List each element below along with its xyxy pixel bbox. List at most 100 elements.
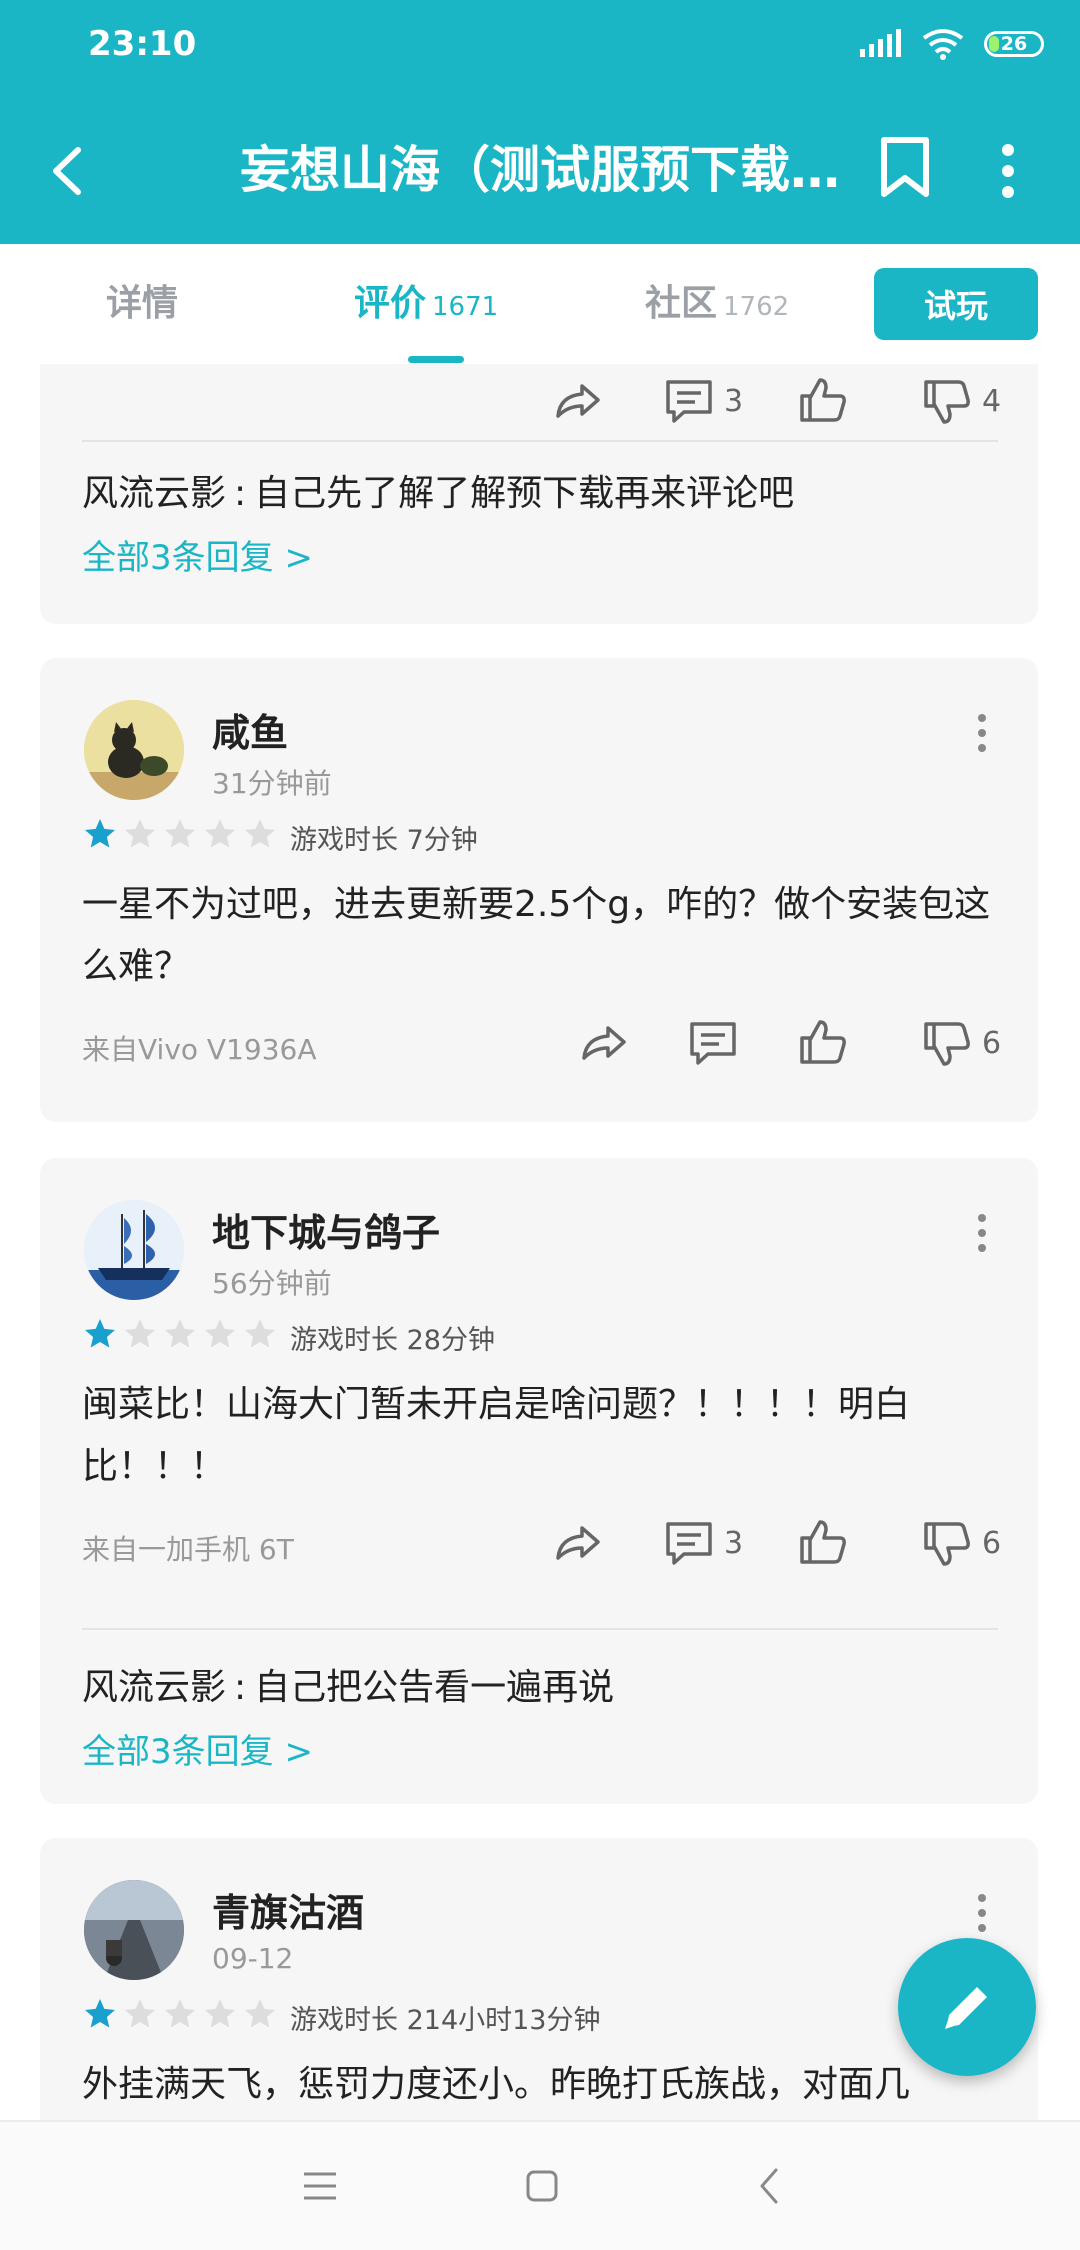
review-card-partial: 3 4 风流云影: 自己先了解了解预下载再来评论吧 全部3条回复 > — [40, 364, 1038, 624]
share-button[interactable] — [576, 1016, 630, 1070]
review-menu-button[interactable] — [972, 1888, 992, 1938]
dislike-button[interactable]: 6 — [920, 1516, 1001, 1570]
comment-count: 3 — [724, 1525, 744, 1561]
more-vertical-icon — [1002, 144, 1014, 198]
tab-indicator — [408, 356, 464, 363]
comment-icon — [666, 380, 712, 423]
menu-icon — [304, 2172, 336, 2200]
reply-preview[interactable]: 风流云影: 自己把公告看一遍再说 — [82, 1658, 614, 1710]
tab-details-label: 详情 — [106, 283, 179, 324]
tab-community-label: 社区 — [645, 283, 718, 324]
like-button[interactable] — [796, 1516, 850, 1570]
username[interactable]: 咸鱼 — [212, 702, 288, 757]
more-vertical-icon — [978, 714, 986, 752]
avatar[interactable] — [84, 1200, 184, 1300]
review-feed[interactable]: 3 4 风流云影: 自己先了解了解预下载再来评论吧 全部3条回复 > 咸鱼 31… — [0, 364, 1080, 2120]
dislike-count: 6 — [982, 1525, 1002, 1561]
like-button[interactable] — [796, 1016, 850, 1070]
reply-author: 风流云影 — [82, 473, 227, 514]
nav-home-button[interactable] — [514, 2158, 570, 2214]
comment-count: 3 — [724, 383, 744, 419]
back-button[interactable] — [36, 136, 106, 206]
more-vertical-icon — [978, 1214, 986, 1252]
tab-bar: 详情 评价 1671 社区 1762 试玩 — [0, 244, 1080, 366]
dislike-button[interactable]: 6 — [920, 1016, 1001, 1070]
status-icons: 26 — [858, 28, 1044, 60]
reply-author: 风流云影 — [82, 1667, 227, 1708]
page-title: 妄想山海（测试服预下载... — [240, 141, 840, 199]
share-button[interactable] — [550, 374, 604, 428]
star-rating — [82, 816, 278, 852]
star-empty-icon — [165, 1999, 195, 2028]
dislike-button[interactable]: 4 — [920, 374, 1001, 428]
review-menu-button[interactable] — [972, 708, 992, 758]
tab-community[interactable]: 社区 1762 — [645, 274, 789, 326]
comment-button[interactable] — [686, 1016, 740, 1070]
more-options-button[interactable] — [978, 136, 1038, 206]
tab-reviews-label: 评价 — [354, 283, 427, 324]
thumbs-down-icon — [924, 1022, 970, 1066]
username[interactable]: 青旗沽酒 — [212, 1882, 364, 1937]
all-replies-link[interactable]: 全部3条回复 > — [82, 1724, 313, 1773]
nav-menu-button[interactable] — [292, 2158, 348, 2214]
star-filled-icon — [85, 1319, 115, 1348]
share-button[interactable] — [550, 1516, 604, 1570]
comment-button[interactable]: 3 — [662, 374, 743, 428]
star-empty-icon — [125, 1319, 155, 1348]
avatar[interactable] — [84, 700, 184, 800]
comment-button[interactable]: 3 — [662, 1516, 743, 1570]
review-text[interactable]: 闽菜比！山海大门暂未开启是啥问题？！！！！明白比！！！ — [82, 1374, 1002, 1498]
review-time: 56分钟前 — [212, 1267, 332, 1300]
status-bar: 23:10 26 — [0, 0, 1080, 96]
battery-indicator: 26 — [984, 31, 1044, 57]
home-square-icon — [526, 2170, 558, 2202]
signal-icon — [860, 29, 901, 57]
comment-icon — [690, 1022, 736, 1065]
tab-community-count: 1762 — [723, 292, 790, 322]
reply-colon: : — [234, 473, 247, 514]
tab-details[interactable]: 详情 — [106, 274, 178, 326]
tab-reviews[interactable]: 评价 1671 — [354, 274, 498, 326]
system-nav-bar — [0, 2120, 1080, 2250]
thumbs-up-icon — [800, 378, 846, 422]
review-menu-button[interactable] — [972, 1208, 992, 1258]
thumbs-up-icon — [800, 1020, 846, 1064]
bookmark-button[interactable] — [870, 132, 940, 202]
star-empty-icon — [165, 819, 195, 848]
star-empty-icon — [205, 1319, 235, 1348]
reply-divider — [82, 1628, 998, 1630]
back-chevron-icon — [760, 2168, 778, 2204]
review-card: 咸鱼 31分钟前 游戏时长 7分钟 一星不为过吧，进去更新要2.5个g，咋的？做… — [40, 658, 1038, 1122]
review-text[interactable]: 一星不为过吧，进去更新要2.5个g，咋的？做个安装包这么难？ — [82, 874, 1002, 998]
avatar[interactable] — [84, 1880, 184, 1980]
play-time: 游戏时长 28分钟 — [290, 1325, 495, 1356]
username[interactable]: 地下城与鸽子 — [212, 1202, 440, 1257]
dislike-count: 6 — [982, 1025, 1002, 1061]
thumbs-up-icon — [800, 1520, 846, 1564]
edit-pencil-icon — [945, 1987, 987, 2029]
reply-divider — [82, 440, 998, 442]
trial-button[interactable]: 试玩 — [874, 268, 1038, 340]
device-label: 来自一加手机 6T — [82, 1533, 294, 1566]
star-empty-icon — [245, 1319, 275, 1348]
more-vertical-icon — [978, 1894, 986, 1932]
play-time: 游戏时长 7分钟 — [290, 825, 478, 856]
share-icon — [582, 1026, 626, 1060]
review-text[interactable]: 外挂满天飞，惩罚力度还小。昨晚打氏族战，对面几 — [82, 2054, 1002, 2116]
tab-reviews-count: 1671 — [432, 292, 499, 322]
review-card: 地下城与鸽子 56分钟前 游戏时长 28分钟 闽菜比！山海大门暂未开启是啥问题？… — [40, 1158, 1038, 1804]
like-button[interactable] — [796, 374, 850, 428]
share-icon — [556, 1526, 600, 1560]
reply-colon: : — [234, 1667, 247, 1708]
battery-level: 26 — [1000, 33, 1028, 55]
star-rating — [82, 1316, 278, 1352]
all-replies-link[interactable]: 全部3条回复 > — [82, 530, 313, 579]
reply-preview[interactable]: 风流云影: 自己先了解了解预下载再来评论吧 — [82, 464, 794, 516]
star-empty-icon — [245, 1999, 275, 2028]
star-filled-icon — [85, 1999, 115, 2028]
star-empty-icon — [165, 1319, 195, 1348]
review-time: 31分钟前 — [212, 767, 332, 800]
share-icon — [556, 384, 600, 418]
nav-back-button[interactable] — [742, 2158, 798, 2214]
write-review-button[interactable] — [898, 1938, 1036, 2076]
